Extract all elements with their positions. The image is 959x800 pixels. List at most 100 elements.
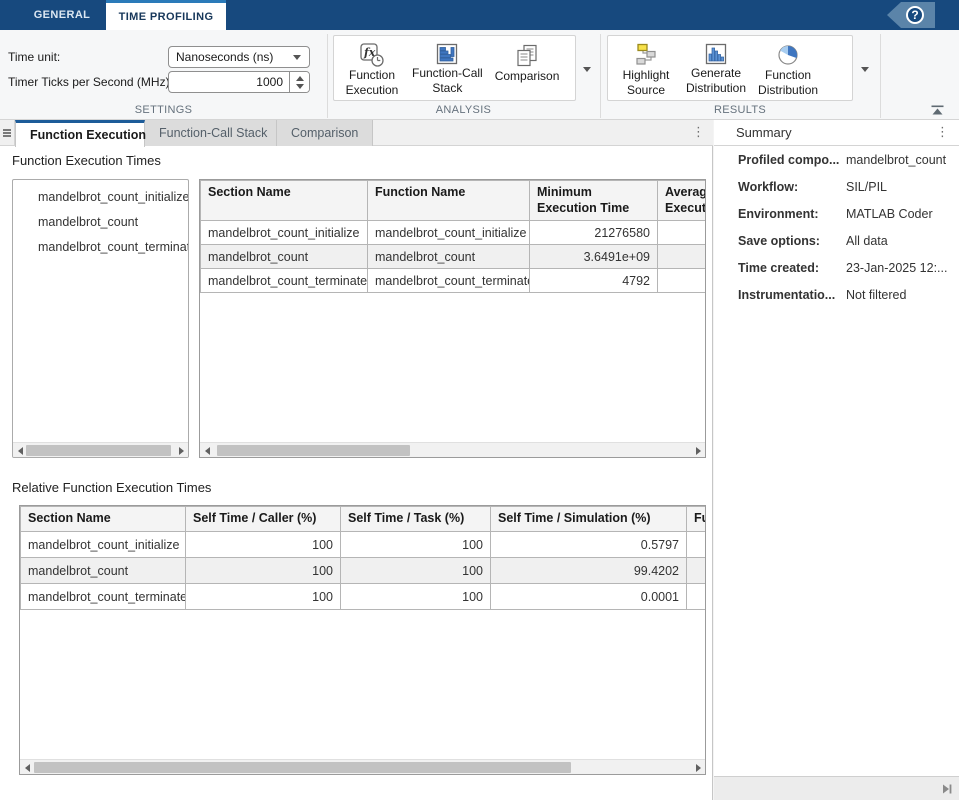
chevron-down-icon — [583, 67, 591, 72]
function-execution-button[interactable]: fx Function Execution — [338, 38, 406, 98]
comparison-button[interactable]: Comparison — [489, 38, 566, 98]
table-header-row: Section Name Self Time / Caller (%) Self… — [21, 507, 707, 532]
relative-times-title: Relative Function Execution Times — [12, 480, 211, 495]
tab-time-profiling[interactable]: TIME PROFILING — [106, 0, 226, 30]
table-cell: 21276580 — [530, 221, 658, 245]
list-horizontal-scrollbar[interactable] — [13, 442, 188, 457]
function-execution-icon: fx — [359, 42, 385, 68]
analysis-gallery-button[interactable] — [578, 58, 595, 80]
scroll-left-icon[interactable] — [15, 446, 25, 456]
ribbon-button-label: Generate — [691, 66, 741, 81]
tab-list-button[interactable] — [0, 120, 15, 146]
document-tabstrip: Function Execution Function-Call Stack C… — [0, 120, 713, 146]
table-row[interactable]: mandelbrot_count_terminate 100 100 0.000… — [21, 584, 707, 610]
doc-tab-function-call-stack[interactable]: Function-Call Stack — [145, 120, 277, 146]
column-header[interactable]: Section Name — [201, 181, 368, 221]
table-row[interactable]: mandelbrot_count_initialize mandelbrot_c… — [201, 221, 707, 245]
time-unit-label: Time unit: — [8, 50, 60, 64]
generate-distribution-button[interactable]: Generate Distribution — [680, 38, 752, 98]
spin-up-icon[interactable] — [296, 76, 304, 81]
table-row[interactable]: mandelbrot_count 100 100 99.4202 — [21, 558, 707, 584]
scroll-left-icon[interactable] — [202, 446, 212, 456]
relative-times-table[interactable]: Section Name Self Time / Caller (%) Self… — [19, 505, 706, 775]
table-row[interactable]: mandelbrot_count_initialize 100 100 0.57… — [21, 532, 707, 558]
exec-times-title: Function Execution Times — [12, 153, 161, 168]
column-header[interactable]: MinimumExecution Time — [530, 181, 658, 221]
column-header[interactable]: Self Time / Simulation (%) — [491, 507, 687, 532]
tab-general[interactable]: GENERAL — [18, 0, 106, 30]
table-cell — [687, 584, 707, 610]
summary-field-label: Instrumentatio... — [738, 288, 846, 308]
table-cell: mandelbrot_count_terminate — [201, 269, 368, 293]
highlight-source-icon — [633, 42, 659, 68]
time-unit-select[interactable]: Nanoseconds (ns) — [168, 46, 310, 68]
generate-distribution-icon — [704, 42, 728, 66]
timer-ticks-stepper[interactable] — [289, 72, 309, 92]
settings-section-label: SETTINGS — [0, 104, 327, 116]
ribbon-button-label: Distribution — [686, 81, 746, 96]
execution-times-table[interactable]: Section Name Function Name MinimumExecut… — [199, 179, 706, 458]
list-item[interactable]: mandelbrot_count_initialize — [13, 185, 188, 210]
doc-tab-comparison[interactable]: Comparison — [277, 120, 373, 146]
spin-down-icon[interactable] — [296, 84, 304, 89]
timer-ticks-field — [168, 71, 310, 93]
scroll-right-icon[interactable] — [693, 763, 703, 773]
expand-panel-icon[interactable] — [941, 783, 953, 795]
table-cell: 99.4202 — [491, 558, 687, 584]
table-cell: 100 — [186, 532, 341, 558]
scroll-thumb[interactable] — [26, 445, 171, 456]
summary-field-label: Profiled compo... — [738, 153, 846, 173]
doc-tab-function-execution[interactable]: Function Execution — [15, 120, 145, 147]
scroll-left-icon[interactable] — [22, 763, 32, 773]
ribbon-button-label: Comparison — [495, 69, 560, 84]
results-section-label: RESULTS — [600, 104, 880, 116]
scroll-right-icon[interactable] — [176, 446, 186, 456]
function-call-stack-button[interactable]: Function-Call Stack — [406, 38, 489, 98]
table-cell: 100 — [186, 584, 341, 610]
function-listbox[interactable]: mandelbrot_count_initialize mandelbrot_c… — [12, 179, 189, 458]
table-cell: mandelbrot_count_terminate — [368, 269, 530, 293]
results-gallery-button[interactable] — [856, 58, 873, 80]
summary-field: Instrumentatio... Not filtered — [738, 288, 955, 308]
scroll-thumb[interactable] — [217, 445, 410, 456]
column-header[interactable]: Function — [687, 507, 707, 532]
table-row[interactable]: mandelbrot_count_terminate mandelbrot_co… — [201, 269, 707, 293]
timer-ticks-label: Timer Ticks per Second (MHz): — [8, 75, 173, 89]
ribbon-button-label: Stack — [432, 81, 462, 96]
collapse-toolstrip-button[interactable] — [929, 103, 945, 117]
scroll-right-icon[interactable] — [693, 446, 703, 456]
chevron-down-icon — [293, 55, 301, 60]
function-distribution-button[interactable]: Function Distribution — [752, 38, 824, 98]
column-header[interactable]: AverageExecution Time — [658, 181, 707, 221]
column-header[interactable]: Self Time / Caller (%) — [186, 507, 341, 532]
summary-field-label: Time created: — [738, 261, 846, 281]
ribbon-button-label: Highlight — [623, 68, 670, 83]
scroll-thumb[interactable] — [34, 762, 571, 773]
highlight-source-button[interactable]: Highlight Source — [612, 38, 680, 98]
ribbon-button-label: Execution — [346, 83, 399, 98]
summary-field-label: Save options: — [738, 234, 846, 254]
doc-options-button[interactable]: ⋮ — [692, 126, 705, 139]
column-header[interactable]: Self Time / Task (%) — [341, 507, 491, 532]
column-header[interactable]: Section Name — [21, 507, 186, 532]
list-item[interactable]: mandelbrot_count_terminate — [13, 235, 188, 260]
analysis-group: fx Function Execution Function-Call — [333, 35, 576, 101]
tab-list-icon — [3, 128, 11, 139]
timer-ticks-input[interactable] — [169, 72, 289, 92]
summary-field-value: mandelbrot_count — [846, 153, 955, 173]
table-horizontal-scrollbar[interactable] — [20, 759, 705, 774]
chevron-down-icon — [861, 67, 869, 72]
table-header-row: Section Name Function Name MinimumExecut… — [201, 181, 707, 221]
help-icon: ? — [906, 6, 924, 24]
column-header[interactable]: Function Name — [368, 181, 530, 221]
table-horizontal-scrollbar[interactable] — [200, 442, 705, 457]
toolstrip-separator — [880, 34, 881, 118]
table-cell: 0.5797 — [491, 532, 687, 558]
help-button[interactable]: ? — [887, 2, 935, 28]
ribbon-button-label: Distribution — [758, 83, 818, 98]
table-row[interactable]: mandelbrot_count mandelbrot_count 3.6491… — [201, 245, 707, 269]
summary-options-button[interactable]: ⋮ — [936, 126, 949, 139]
function-call-stack-icon — [435, 42, 459, 66]
ribbon-button-label: Function-Call — [412, 66, 483, 81]
list-item[interactable]: mandelbrot_count — [13, 210, 188, 235]
